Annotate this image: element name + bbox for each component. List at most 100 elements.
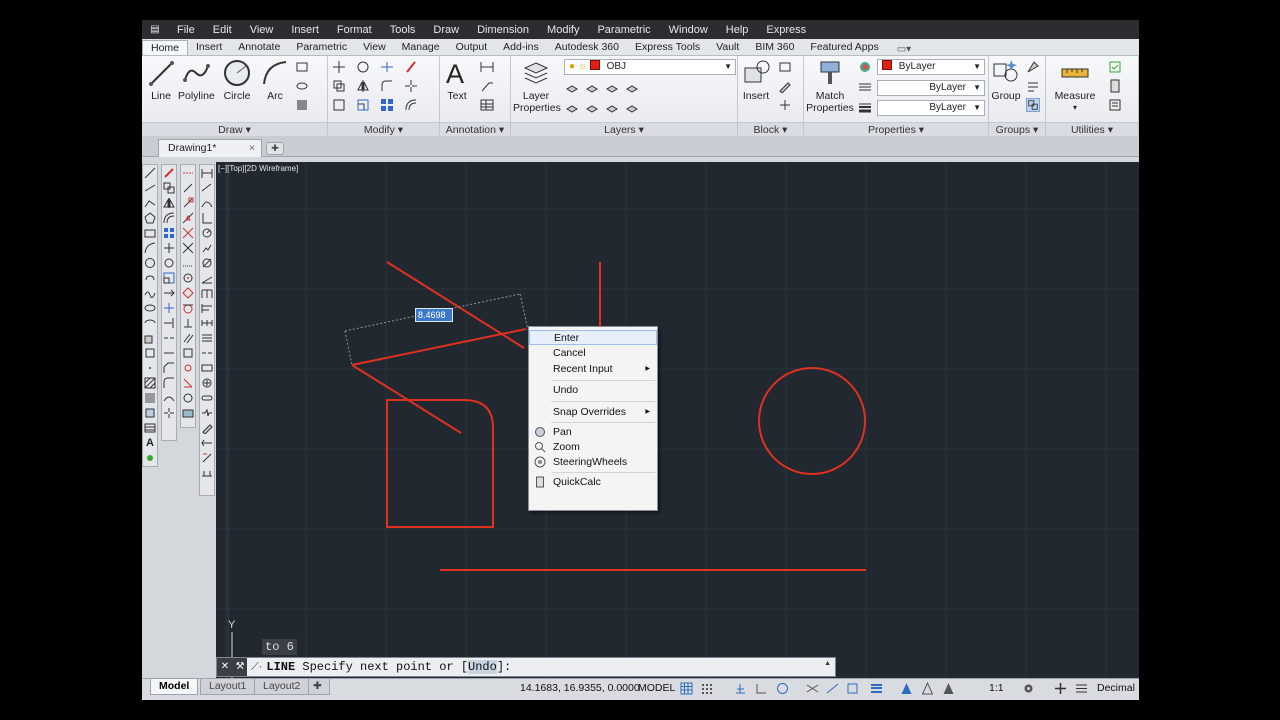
center-mark-icon[interactable] [200, 375, 214, 390]
table-icon[interactable] [480, 98, 494, 112]
layer-tool-icon[interactable] [585, 80, 599, 94]
diameter-dim-icon[interactable] [200, 255, 214, 270]
tab-annotate[interactable]: Annotate [230, 40, 288, 55]
line-button[interactable]: Line [145, 58, 177, 102]
layer-tool-icon[interactable] [565, 80, 579, 94]
move-tool-icon[interactable] [162, 240, 176, 255]
tab-express-tools[interactable]: Express Tools [627, 40, 708, 55]
layer-tool-icon[interactable] [625, 80, 639, 94]
tab-drawing1[interactable]: Drawing1* × [158, 139, 262, 157]
attribute-icon[interactable] [778, 98, 792, 112]
layer-dropdown[interactable]: ● ☼ OBJ ▼ [564, 59, 736, 75]
layer-properties-button[interactable]: Layer Properties [513, 58, 561, 114]
snap-apparent-icon[interactable] [181, 240, 195, 255]
snap-node-icon[interactable] [181, 360, 195, 375]
polygon-tool-icon[interactable] [143, 210, 157, 225]
measure-button[interactable]: Measure ▾ [1050, 58, 1100, 114]
lineweight-toggle-icon[interactable] [870, 682, 883, 695]
explode-tool-icon[interactable] [162, 405, 176, 420]
leader-icon[interactable] [480, 79, 494, 93]
spline-tool-icon[interactable] [143, 285, 157, 300]
erase-icon[interactable] [404, 60, 418, 74]
polyline-tool-icon[interactable] [143, 195, 157, 210]
infer-constraints-icon[interactable] [734, 682, 747, 695]
temp-track-icon[interactable] [181, 165, 195, 180]
offset-icon[interactable] [404, 98, 418, 112]
snap-tangent-icon[interactable] [181, 300, 195, 315]
stretch-icon[interactable] [332, 98, 346, 112]
ellipse-arc-tool-icon[interactable] [143, 315, 157, 330]
rotate-icon[interactable] [356, 60, 370, 74]
snap-parallel-icon[interactable] [181, 330, 195, 345]
baseline-dim-icon[interactable] [200, 300, 214, 315]
tab-bim-360[interactable]: BIM 360 [747, 40, 802, 55]
ellipse-tool-icon[interactable] [143, 300, 157, 315]
dimension-icon[interactable] [480, 60, 494, 74]
insert-block-tool-icon[interactable] [143, 330, 157, 345]
ortho-icon[interactable] [755, 682, 768, 695]
annotation-scale-value[interactable]: 1:1 [989, 682, 1004, 694]
grid-icon[interactable] [680, 682, 693, 695]
tab-featured-apps[interactable]: Featured Apps [802, 40, 886, 55]
copy-icon[interactable] [332, 79, 346, 93]
drawing-units[interactable]: Decimal [1097, 682, 1135, 694]
dim-edit-icon[interactable] [200, 420, 214, 435]
draw-panel-title[interactable]: Draw ▾ [142, 122, 327, 136]
geometry-circle[interactable] [758, 367, 866, 475]
break-tool-icon[interactable] [162, 330, 176, 345]
menu-item-pan[interactable]: Pan [529, 425, 657, 440]
command-option-undo[interactable]: Undo [468, 660, 497, 674]
menu-express[interactable]: Express [757, 24, 815, 36]
geometry-line[interactable] [351, 328, 527, 366]
tab-output[interactable]: Output [448, 40, 496, 55]
explode-icon[interactable] [404, 79, 418, 93]
insert-button[interactable]: Insert [740, 58, 772, 102]
erase-tool-icon[interactable] [162, 165, 176, 180]
menu-edit[interactable]: Edit [204, 24, 241, 36]
tab-vault[interactable]: Vault [708, 40, 747, 55]
offset-tool-icon[interactable] [162, 210, 176, 225]
quick-select-icon[interactable] [1108, 60, 1122, 74]
annotation-panel-title[interactable]: Annotation ▾ [440, 122, 510, 136]
fillet-tool-icon[interactable] [162, 375, 176, 390]
id-point-icon[interactable] [1108, 98, 1122, 112]
jogged-dim-icon[interactable] [200, 240, 214, 255]
layers-panel-title[interactable]: Layers ▾ [511, 122, 737, 136]
tab-manage[interactable]: Manage [394, 40, 448, 55]
snap-from-icon[interactable] [181, 180, 195, 195]
edit-block-icon[interactable] [778, 79, 792, 93]
snap-none-icon[interactable] [181, 390, 195, 405]
menu-item-cancel[interactable]: Cancel [529, 346, 657, 361]
blend-tool-icon[interactable] [162, 390, 176, 405]
model-space-toggle[interactable]: MODEL [638, 682, 675, 694]
object-snap-tracking-icon[interactable] [826, 682, 839, 695]
extend-tool-icon[interactable] [162, 315, 176, 330]
arc-tool-icon[interactable] [143, 240, 157, 255]
viewport-controls[interactable]: [−][Top][2D Wireframe] [218, 164, 298, 173]
rectangle-tool-icon[interactable] [143, 225, 157, 240]
dim-style-icon[interactable] [200, 465, 214, 480]
drawing-canvas[interactable]: Y [−][Top][2D Wireframe] 8.4698 to 6 [216, 162, 1139, 700]
scale-icon[interactable] [356, 98, 370, 112]
menu-item-undo[interactable]: Undo [529, 383, 657, 398]
menu-icon[interactable] [1075, 682, 1088, 695]
point-tool-icon[interactable] [143, 360, 157, 375]
tab-model[interactable]: Model [150, 679, 199, 695]
dim-text-edit-icon[interactable] [200, 435, 214, 450]
chamfer-tool-icon[interactable] [162, 360, 176, 375]
scale-tool-icon[interactable] [162, 270, 176, 285]
menu-item-recent-input[interactable]: Recent Input ▶ [529, 362, 657, 377]
add-layout-button[interactable]: ✚ [308, 679, 330, 695]
snap-intersection-icon[interactable] [181, 225, 195, 240]
menu-modify[interactable]: Modify [538, 24, 588, 36]
modify-panel-title[interactable]: Modify ▾ [328, 122, 439, 136]
new-drawing-tab-button[interactable]: ✚ [266, 142, 284, 155]
copy-tool-icon[interactable] [162, 180, 176, 195]
menu-format[interactable]: Format [328, 24, 381, 36]
linear-dim-icon[interactable] [200, 165, 214, 180]
xline-tool-icon[interactable] [143, 180, 157, 195]
group-selection-icon[interactable] [1026, 98, 1040, 112]
command-line[interactable]: ✕ ⚒ ⟋· LINE Specify next point or [Undo]… [216, 657, 836, 677]
arc-button[interactable]: Arc [258, 58, 292, 102]
snap-insert-icon[interactable] [181, 345, 195, 360]
